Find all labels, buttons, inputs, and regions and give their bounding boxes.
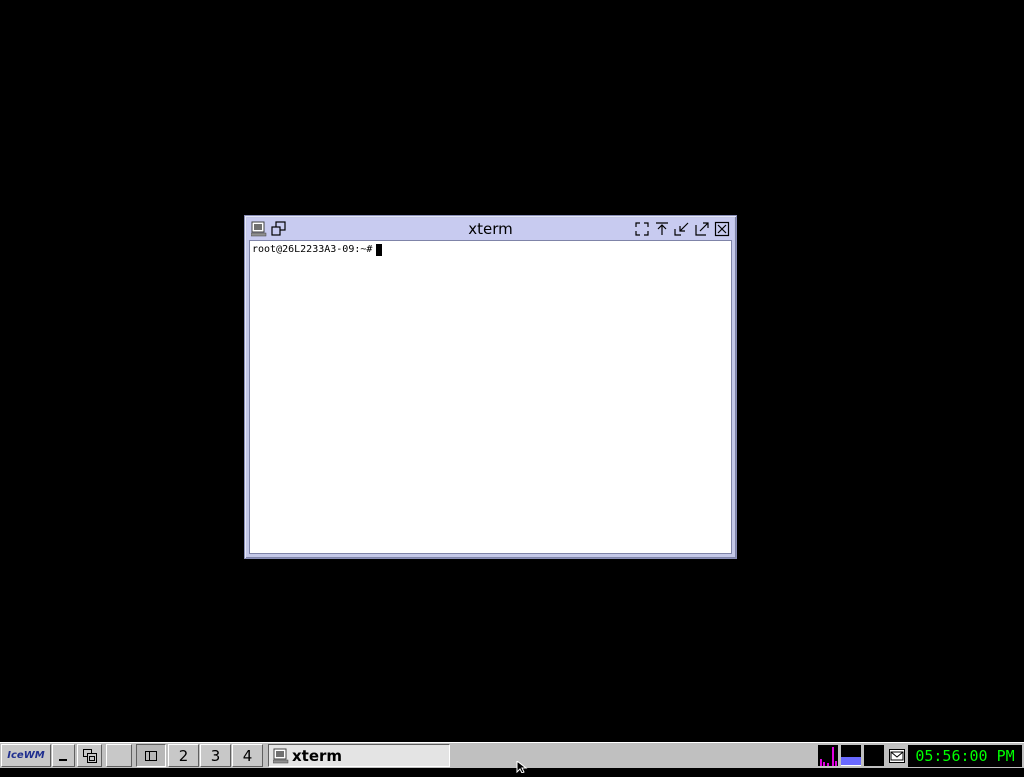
text-cursor [376,244,383,256]
mail-icon [889,749,905,763]
raise-to-top-icon[interactable] [654,221,670,237]
terminal-area[interactable]: root@26L2233A3-09:~# [249,240,732,554]
start-menu-button[interactable]: IceWM [1,744,51,767]
start-menu-logo: IceWM [7,750,45,761]
memory-monitor[interactable] [841,745,861,766]
workspace-3-button[interactable]: 3 [200,744,231,767]
close-icon[interactable] [714,221,730,237]
workspace-3-label: 3 [210,746,221,765]
memory-graph-icon [841,745,861,766]
minimize-all-icon [58,758,67,761]
cpu-graph-icon [818,745,838,766]
terminal-prompt: root@26L2233A3-09:~# [252,244,373,255]
workspace-1-button[interactable] [136,744,166,767]
workspace-2-label: 2 [178,746,189,765]
workspace-2-button[interactable]: 2 [168,744,199,767]
workspace-4-label: 4 [242,746,253,765]
workspace-4-button[interactable]: 4 [232,744,263,767]
window-list-icon [82,748,97,763]
workspace-1-icon [145,750,157,761]
maximize-icon[interactable] [694,221,710,237]
taskbar: IceWM 2 3 4 xterm 05:56:00 PM [0,742,1024,768]
task-label: xterm [292,746,343,765]
cpu-monitor[interactable] [818,745,838,766]
window-list-button[interactable] [77,744,102,767]
mail-check-button[interactable] [888,747,906,765]
network-graph-icon [864,745,884,766]
xterm-window[interactable]: xterm root@26L2233A3-09:~# [244,215,737,559]
fullscreen-icon[interactable] [634,221,650,237]
terminal-icon [273,748,289,764]
terminal-prompt-line: root@26L2233A3-09:~# [252,243,383,257]
show-desktop-button[interactable] [52,744,75,767]
quick-launch-empty[interactable] [106,744,132,767]
network-monitor[interactable] [864,745,884,766]
task-button-xterm[interactable]: xterm [268,744,450,767]
minimize-icon[interactable] [674,221,690,237]
clock[interactable]: 05:56:00 PM [908,745,1022,767]
window-titlebar[interactable]: xterm [247,218,734,240]
